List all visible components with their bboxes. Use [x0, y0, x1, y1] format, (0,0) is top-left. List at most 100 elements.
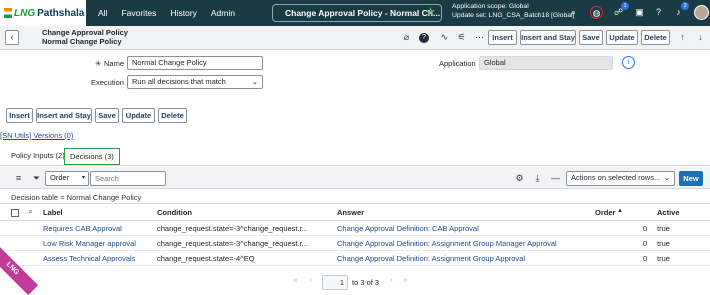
- column-active[interactable]: Active: [657, 208, 680, 217]
- arrow-down-icon[interactable]: ↓: [695, 32, 706, 42]
- nav-favorites[interactable]: Favorites: [121, 8, 156, 18]
- insert-and-stay-button[interactable]: Insert and Stay: [520, 30, 576, 45]
- arrow-up-icon[interactable]: ↑: [677, 32, 688, 42]
- hamburger-menu-icon[interactable]: ≡: [13, 173, 24, 183]
- column-label[interactable]: Label: [43, 208, 63, 217]
- cell-condition: change_request.state=-3^change_request.r…: [157, 224, 308, 233]
- execution-label: Execution: [91, 78, 124, 87]
- search-icon[interactable]: ⌕: [25, 207, 36, 217]
- activity-icon[interactable]: ∿: [439, 32, 450, 43]
- logo[interactable]: LNG Pathshala: [0, 0, 86, 26]
- actions-select-value: Actions on selected rows...: [571, 173, 661, 182]
- application-scope[interactable]: Application scope: Global Update set: LN…: [452, 3, 574, 20]
- info-icon[interactable]: i: [622, 56, 635, 69]
- scope-line: Application scope: Global: [452, 3, 529, 10]
- actions-select[interactable]: Actions on selected rows... ⌄: [566, 171, 675, 186]
- filter-icon[interactable]: ⏷: [31, 173, 42, 184]
- delete-button[interactable]: Delete: [641, 30, 670, 45]
- bell-icon[interactable]: ♪ 3: [672, 2, 689, 19]
- cell-condition: change_request.state=-3^change_request.r…: [157, 239, 308, 248]
- execution-value: Run all decisions that match: [132, 77, 226, 86]
- previous-page-icon[interactable]: ‹: [305, 277, 316, 284]
- record-display-name: Normal Change Policy: [42, 36, 122, 46]
- name-field[interactable]: Normal Change Policy: [127, 56, 263, 70]
- chevron-down-icon: ⌄: [251, 77, 258, 86]
- column-order[interactable]: Order: [595, 208, 615, 217]
- insert-and-stay-button-bottom[interactable]: Insert and Stay: [36, 108, 92, 123]
- attachment-icon[interactable]: ⌀: [401, 32, 412, 43]
- save-button-bottom[interactable]: Save: [95, 108, 119, 123]
- settings-sliders-icon[interactable]: ⚟: [456, 32, 467, 43]
- download-icon[interactable]: ⤓: [532, 173, 543, 184]
- logo-prefix: LNG: [14, 7, 36, 19]
- versions-link[interactable]: [SN Utils] Versions (0): [0, 131, 73, 140]
- cell-label[interactable]: Assess Technical Approvals: [43, 254, 135, 263]
- required-asterisk: ✳: [95, 59, 102, 68]
- cell-condition: change_request.state=-4^EQ: [157, 254, 255, 263]
- delete-button-bottom[interactable]: Delete: [158, 108, 187, 123]
- logo-text: Pathshala: [37, 7, 85, 19]
- record-heading: Change Approval Policy Normal Change Pol…: [42, 28, 128, 46]
- application-label: Application: [439, 59, 476, 68]
- cell-active: true: [657, 239, 670, 248]
- record-title-pill[interactable]: Change Approval Policy - Normal Ch... ☆: [272, 4, 442, 22]
- cell-label[interactable]: Requires CAB Approval: [43, 224, 122, 233]
- cell-active: true: [657, 224, 670, 233]
- cell-answer[interactable]: Change Approval Definition: Assignment G…: [337, 239, 557, 248]
- search-input[interactable]: [90, 171, 166, 186]
- cell-active: true: [657, 254, 670, 263]
- select-all-checkbox[interactable]: [11, 209, 19, 217]
- chevron-down-icon: ▾: [81, 175, 85, 181]
- nav-all[interactable]: All: [98, 8, 107, 18]
- search-field-select[interactable]: Order ▾: [45, 171, 89, 186]
- search-icon[interactable]: ⌕: [567, 6, 580, 19]
- tab-decisions[interactable]: Decisions (3): [64, 148, 120, 165]
- save-button[interactable]: Save: [579, 30, 603, 45]
- update-button[interactable]: Update: [606, 30, 638, 45]
- cell-answer[interactable]: Change Approval Definition: Assignment G…: [337, 254, 525, 263]
- nav-history[interactable]: History: [170, 8, 196, 18]
- table-row[interactable]: Assess Technical Approvals change_reques…: [0, 251, 710, 266]
- cell-answer[interactable]: Change Approval Definition: CAB Approval: [337, 224, 479, 233]
- help-icon[interactable]: ?: [652, 6, 665, 19]
- execution-select[interactable]: Run all decisions that match ⌄: [127, 75, 263, 89]
- avatar[interactable]: [694, 5, 709, 20]
- update-set-line: Update set: LNG_CSA_Batch18 [Global]: [452, 11, 575, 19]
- back-button[interactable]: ‹: [5, 30, 19, 45]
- chevron-down-icon: ⌄: [663, 173, 670, 182]
- insert-button[interactable]: Insert: [488, 30, 517, 45]
- update-button-bottom[interactable]: Update: [122, 108, 155, 123]
- tab-policy-inputs[interactable]: Policy Inputs (2): [6, 148, 70, 165]
- last-page-icon[interactable]: »: [400, 277, 411, 284]
- chevron-left-icon: ‹: [10, 32, 14, 42]
- star-icon[interactable]: ☆: [426, 7, 435, 18]
- pager-text: to 3 of 3: [352, 278, 380, 287]
- column-answer[interactable]: Answer: [337, 208, 364, 217]
- cell-order: 0: [643, 224, 648, 233]
- next-page-icon[interactable]: ›: [386, 277, 397, 284]
- cell-order: 0: [643, 254, 648, 263]
- column-condition[interactable]: Condition: [157, 208, 192, 217]
- notification-badge: 1: [621, 2, 629, 10]
- cell-label[interactable]: Low Risk Manager approval: [43, 239, 136, 248]
- more-options-icon[interactable]: ⋯: [474, 32, 485, 43]
- collapse-icon[interactable]: —: [550, 173, 561, 183]
- table-row[interactable]: Requires CAB Approval change_request.sta…: [0, 221, 710, 236]
- globe-icon[interactable]: ◍: [590, 6, 603, 19]
- first-page-icon[interactable]: «: [290, 277, 301, 284]
- alert-badge: 3: [681, 2, 689, 10]
- search-field-value: Order: [50, 173, 70, 182]
- studio-icon[interactable]: ▣: [633, 6, 646, 19]
- page-number-input[interactable]: 1: [322, 275, 348, 290]
- sort-ascending-icon: ▲: [617, 208, 623, 214]
- snippet-icon[interactable]: ☍ 1: [612, 2, 629, 19]
- record-title: Change Approval Policy - Normal Ch...: [285, 8, 441, 18]
- help-circle-icon[interactable]: ?: [419, 33, 429, 43]
- gear-icon[interactable]: ⚙: [514, 173, 525, 184]
- new-button[interactable]: New: [679, 171, 703, 186]
- cell-order: 0: [643, 239, 648, 248]
- list-breadcrumb[interactable]: Decision table = Normal Change Policy: [11, 193, 141, 202]
- table-row[interactable]: Low Risk Manager approval change_request…: [0, 236, 710, 251]
- nav-admin[interactable]: Admin: [211, 8, 235, 18]
- insert-button-bottom[interactable]: Insert: [6, 108, 33, 123]
